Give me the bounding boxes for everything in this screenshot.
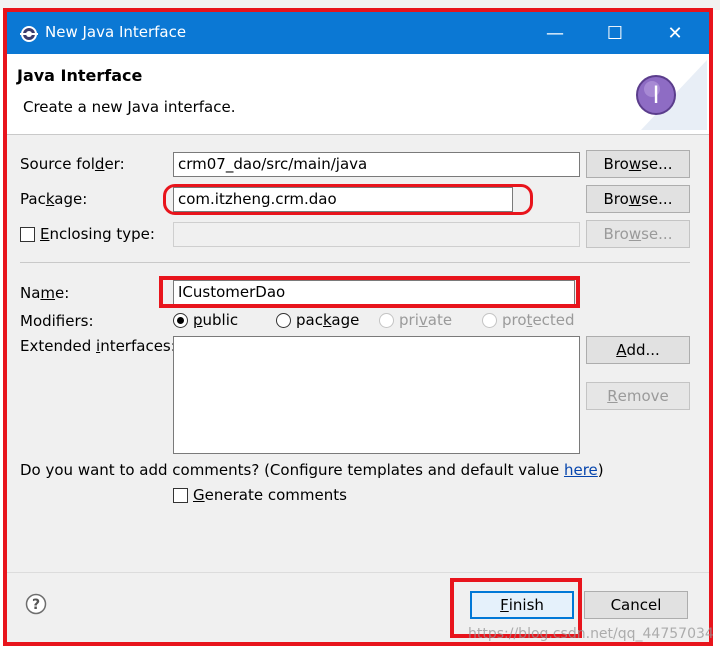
source-folder-label: Source folder: (20, 155, 125, 173)
add-interface-button[interactable]: Add... (586, 336, 690, 364)
cancel-button[interactable]: Cancel (584, 591, 688, 619)
close-button[interactable]: ✕ (645, 12, 705, 54)
maximize-icon: ☐ (606, 22, 624, 44)
configure-templates-link[interactable]: here (564, 461, 598, 479)
package-browse-button[interactable]: Bro w se... (586, 185, 690, 213)
extended-interfaces-label: Extended interfaces: (20, 337, 176, 355)
enclosing-type-checkbox[interactable] (20, 227, 35, 242)
modifiers-label: Modifiers: (20, 312, 94, 330)
modifier-package-label: package (296, 311, 360, 329)
close-icon: ✕ (667, 22, 683, 44)
wizard-title: Java Interface (17, 66, 143, 85)
wizard-header: Java Interface Create a new Java interfa… (7, 54, 709, 134)
source-folder-browse-button[interactable]: Bro w se... (586, 150, 690, 178)
generate-comments-checkbox[interactable] (173, 488, 188, 503)
interface-banner-icon: I (636, 60, 707, 130)
svg-text:?: ? (32, 597, 40, 613)
enclosing-type-browse-button[interactable]: Bro w se... (586, 220, 690, 248)
package-input[interactable]: com.itzheng.crm.dao (173, 187, 513, 212)
modifier-package-radio[interactable] (276, 313, 291, 328)
help-icon[interactable]: ? (25, 593, 47, 615)
minimize-icon: — (546, 22, 564, 44)
watermark-text: https://blog.csdn.net/qq_44757034 (468, 626, 714, 642)
remove-interface-button[interactable]: Remove (586, 382, 690, 410)
modifier-protected-label: protected (502, 311, 575, 329)
extended-interfaces-list[interactable] (173, 336, 580, 454)
finish-button[interactable]: Finish (470, 591, 574, 619)
minimize-button[interactable]: — (525, 12, 585, 54)
modifier-private-label: private (399, 311, 453, 329)
comments-question: Do you want to add comments? (Configure … (20, 461, 604, 479)
package-label: Package: (20, 190, 88, 208)
modifier-private-radio[interactable] (379, 313, 394, 328)
source-folder-input[interactable]: crm07_dao/src/main/java (173, 152, 580, 177)
background-window-strip (0, 0, 720, 10)
modifier-public-label: public (193, 311, 239, 329)
form-separator (20, 262, 690, 263)
modifier-public-radio[interactable] (173, 313, 188, 328)
window-title: New Java Interface (45, 23, 187, 41)
eclipse-app-icon (20, 26, 38, 42)
enclosing-type-label: Enclosing type: (40, 225, 155, 243)
title-bar: New Java Interface — ☐ ✕ (7, 12, 709, 54)
generate-comments-label: Generate comments (193, 486, 347, 504)
name-input[interactable]: ICustomerDao (173, 280, 575, 305)
name-label: Name: (20, 284, 70, 302)
banner-icon-letter: I (652, 81, 659, 109)
wizard-description: Create a new Java interface. (23, 98, 236, 116)
enclosing-type-input[interactable] (173, 222, 580, 247)
modifier-protected-radio[interactable] (482, 313, 497, 328)
maximize-button[interactable]: ☐ (585, 12, 645, 54)
